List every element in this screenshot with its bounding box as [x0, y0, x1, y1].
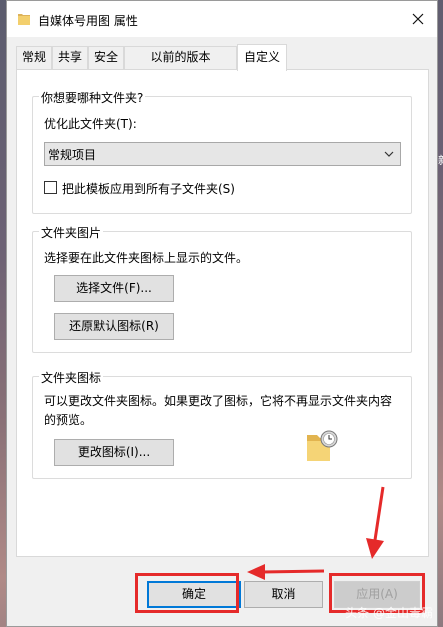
arrow-to-apply — [366, 486, 385, 559]
watermark: 头条 @金山毒霸 — [345, 606, 433, 620]
arrow-to-ok — [247, 564, 325, 580]
background-fragment: 新 — [438, 152, 443, 168]
tab-customize[interactable]: 自定义 — [237, 44, 287, 71]
annotation-arrows — [247, 486, 385, 580]
